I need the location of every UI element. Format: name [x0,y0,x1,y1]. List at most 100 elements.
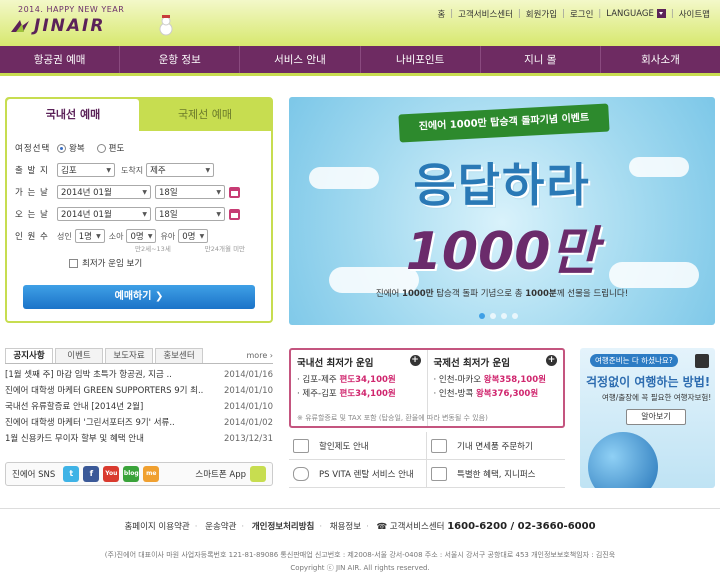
list-item[interactable]: 국내선 유류할증료 안내 [2014년 2월] 2014/01/10 [5,399,273,415]
smartphone-app-icon[interactable] [250,466,266,482]
fare-route: 인천-방콕 [438,389,474,399]
list-item[interactable]: [1월 셋째 주] 마감 임박 초특가 항공권, 지금 .. 2014/01/16 [5,367,273,383]
learn-more-button[interactable]: 알아보기 [626,409,686,425]
insurance-promo[interactable]: 여행준비는 다 하셨나요? 걱정없이 여행하는 방법! 여행/출장에 꼭 필요한… [580,348,715,488]
banner-dot[interactable] [490,313,496,319]
trip-roundtrip-option[interactable]: 왕복 [57,142,85,154]
child-select[interactable]: 0명 ▼ [126,229,157,243]
banner-dot[interactable] [479,313,485,319]
depart-day-select[interactable]: 18일 ▼ [155,185,225,199]
tab-international[interactable]: 국제선 예매 [139,99,271,131]
twitter-icon[interactable]: t [63,466,80,482]
notice-title: 진에어 대학생 마케터 '그린서포터즈 9기' 서류.. [5,418,175,428]
book-button-label: 예매하기 [114,291,152,302]
notice-tabs: 공지사항 이벤트 보도자료 홍보센터 more › [5,348,273,364]
footer-privacy-link[interactable]: 개인정보처리방침 [252,522,315,532]
fare-item[interactable]: · 인천-마카오 왕복358,100원 [434,373,558,387]
book-button[interactable]: 예매하기 ❯ [23,285,255,309]
nav-item-company[interactable]: 회사소개 [601,46,720,73]
banner-copy-bold-1: 1000만 [402,289,434,299]
youtube-icon[interactable]: You [103,466,120,482]
calendar-icon[interactable] [229,186,240,198]
event-banner[interactable]: 진에어 1000만 탑승객 돌파기념 이벤트 응답하라 1000만 진에어 10… [289,97,715,325]
list-item[interactable]: 진에어 대학생 마케터 '그린서포터즈 9기' 서류.. 2014/01/02 [5,415,273,431]
footer-address: (주)진에어 대표이사 마원 사업자등록번호 121-81-89086 통신판매… [104,551,616,559]
tab-domestic[interactable]: 국내선 예매 [7,99,139,131]
notice-board: 공지사항 이벤트 보도자료 홍보센터 more › [1월 셋째 주] 마감 임… [5,348,273,488]
adult-select[interactable]: 1명 ▼ [74,229,105,243]
fare-item[interactable]: · 제주-김포 편도34,100원 [297,387,421,401]
list-item[interactable]: 1월 신용카드 무이자 할부 및 혜택 안내 2013/12/31 [5,431,273,447]
fare-note: ※ 유류할증료 및 TAX 포함 (탑승일, 환율에 따라 변동될 수 있음) [297,414,488,422]
footer-carriage-terms-link[interactable]: 운송약관 [205,522,236,532]
booking-widget: 국내선 예매 국제선 예매 여정선택 왕복 편도 출 발 지 김포 ▼ 도착지 제… [5,97,273,323]
radio-checked-icon [57,143,66,153]
more-link[interactable]: more › [247,348,273,363]
infant-value: 0명 [182,232,196,242]
notice-date: 2013/12/31 [224,434,273,444]
infant-select[interactable]: 0명 ▼ [178,229,209,243]
return-date-row: 오 는 날 2014년 01월 ▼ 18일 ▼ [15,203,263,225]
quick-link-label: 특별한 혜택, 지니퍼스 [457,469,536,480]
fare-item[interactable]: · 김포-제주 편도34,100원 [297,373,421,387]
notice-date: 2014/01/10 [224,402,273,412]
calculator-icon [293,438,309,453]
trip-oneway-option[interactable]: 편도 [96,142,125,154]
tab-press[interactable]: 보도자료 [105,348,153,363]
tab-event[interactable]: 이벤트 [55,348,103,363]
domestic-fares-title: 국내선 최저가 운임 [297,358,374,369]
quick-link-discount[interactable]: 할인제도 안내 [289,432,427,460]
util-language-select[interactable]: LANGUAGE [606,9,666,19]
util-sitemap-link[interactable]: 사이트맵 [679,8,710,20]
footer-terms-link[interactable]: 홈페이지 이용약관 [124,522,189,532]
nav-item-service[interactable]: 서비스 안내 [240,46,361,73]
nav-item-booking[interactable]: 항공권 예매 [0,46,121,73]
quick-link-ps-vita[interactable]: PS VITA 렌탈 서비스 안내 [289,460,427,488]
nav-item-jini-mall[interactable]: 지니 몰 [481,46,601,73]
calendar-icon[interactable] [229,208,240,220]
nav-item-nabi-point[interactable]: 나비포인트 [361,46,481,73]
sns-label: 진에어 SNS [12,470,56,480]
quick-link-duty-free[interactable]: 기내 면세품 주문하기 [427,432,565,460]
arrow-right-icon: › [267,351,273,360]
chevron-down-icon: ▼ [205,166,211,174]
logo-mark-icon [11,20,29,32]
return-day-select[interactable]: 18일 ▼ [155,207,225,221]
footer-careers-link[interactable]: 채용정보 [330,522,361,532]
trip-oneway-label: 편도 [108,144,125,154]
chevron-down-icon: ▼ [96,232,101,240]
me2day-icon[interactable]: me [143,466,160,482]
plus-icon[interactable]: + [409,355,421,366]
notice-title: 진에어 대학생 마케터 GREEN SUPPORTERS 9기 최.. [5,386,204,396]
util-signup-link[interactable]: 회원가입 [526,8,557,20]
util-login-link[interactable]: 로그인 [570,8,593,20]
quick-link-benefits[interactable]: 특별한 혜택, 지니퍼스 [427,460,565,488]
lowest-fare-option[interactable]: 최저가 운임 보기 [15,252,263,274]
trip-type-row: 여정선택 왕복 편도 [15,137,263,159]
facebook-icon[interactable]: f [83,466,100,482]
return-month-select[interactable]: 2014년 01월 ▼ [57,207,151,221]
trip-type-label: 여정선택 [15,144,51,154]
game-console-icon [293,466,309,481]
depart-month-select[interactable]: 2014년 01월 ▼ [57,185,151,199]
tab-notice[interactable]: 공지사항 [5,348,53,363]
tab-pr[interactable]: 홍보센터 [155,348,203,363]
fare-item[interactable]: · 인천-방콕 왕복376,300원 [434,387,558,401]
banner-dot[interactable] [501,313,507,319]
list-item[interactable]: 진에어 대학생 마케터 GREEN SUPPORTERS 9기 최.. 2014/… [5,383,273,399]
origin-select[interactable]: 김포 ▼ [57,163,115,177]
route-row: 출 발 지 김포 ▼ 도착지 제주 ▼ [15,159,263,181]
nav-item-flight-info[interactable]: 운항 정보 [120,46,241,73]
notice-date: 2014/01/16 [224,370,273,380]
adult-value: 1명 [78,232,92,242]
logo[interactable]: JINAIR [10,16,105,36]
banner-dot[interactable] [512,313,518,319]
plus-icon[interactable]: + [546,355,557,366]
blog-icon[interactable]: blog [123,466,140,482]
util-customer-center-link[interactable]: 고객서비스센터 [458,8,513,20]
origin-label: 출 발 지 [15,166,49,176]
destination-select[interactable]: 제주 ▼ [146,163,215,177]
app-label[interactable]: 스마트폰 App [195,468,246,480]
chevron-down-icon: ▼ [216,210,221,218]
util-home-link[interactable]: 홈 [437,8,445,20]
